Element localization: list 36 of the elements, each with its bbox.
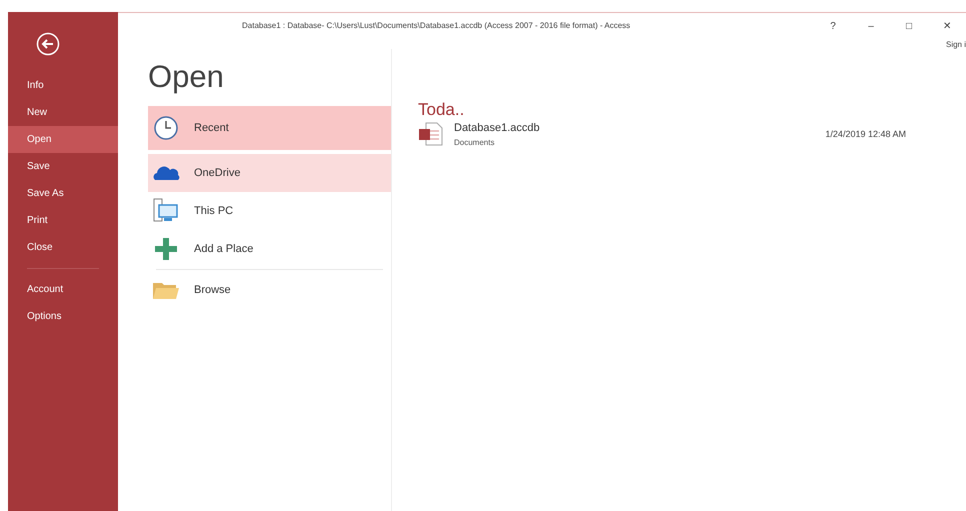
sign-in-link[interactable]: Sign i bbox=[946, 39, 966, 49]
place-item[interactable]: Recent bbox=[148, 106, 391, 150]
sidebar-item[interactable]: Options bbox=[8, 303, 118, 330]
clock-icon bbox=[153, 115, 179, 141]
file-location: Documents bbox=[454, 136, 496, 148]
place-label: Add a Place bbox=[194, 242, 254, 257]
place-label: OneDrive bbox=[194, 166, 240, 181]
place-item[interactable]: Browse bbox=[148, 271, 391, 309]
sidebar-item[interactable]: Save bbox=[8, 153, 118, 180]
title-bar-button[interactable]: □ bbox=[890, 18, 928, 34]
title-bar-button[interactable]: – bbox=[852, 18, 890, 34]
file-name: Database1.accdb bbox=[454, 121, 540, 136]
computer-icon bbox=[153, 198, 179, 224]
sidebar-item[interactable]: Info bbox=[8, 72, 118, 99]
place-item[interactable]: Add a Place bbox=[148, 230, 391, 268]
group-heading: Toda.. bbox=[418, 101, 466, 118]
sidebar-item[interactable]: Account bbox=[8, 276, 118, 303]
place-item[interactable]: This PC bbox=[148, 192, 391, 230]
window-title: Database1 : Database- C:\Users\Lust\Documents\Database1.accdb (Access 2007 - 2016 file format) - Access bbox=[242, 20, 630, 32]
title-bar-button[interactable]: ✕ bbox=[928, 18, 966, 34]
cloud-icon bbox=[152, 164, 180, 182]
sidebar-item[interactable]: Close bbox=[8, 234, 118, 261]
sidebar-item[interactable]: Print bbox=[8, 207, 118, 234]
sidebar-item[interactable]: Open bbox=[8, 126, 118, 153]
sidebar-item[interactable]: Save As bbox=[8, 180, 118, 207]
place-label: This PC bbox=[194, 204, 234, 219]
place-item[interactable]: OneDrive bbox=[148, 154, 391, 192]
recent-file-item[interactable]: Database1.accdb Documents 1/24/2019 12:48 AM bbox=[418, 120, 906, 148]
place-label: Browse bbox=[194, 282, 231, 298]
file-date: 1/24/2019 12:48 AM bbox=[825, 128, 906, 140]
title-bar-button[interactable]: ? bbox=[814, 18, 852, 34]
database-file-icon bbox=[418, 121, 444, 148]
sidebar-item[interactable]: New bbox=[8, 99, 118, 126]
page-heading: Open bbox=[148, 61, 225, 92]
place-label: Recent bbox=[194, 120, 229, 136]
plus-icon bbox=[153, 236, 179, 262]
